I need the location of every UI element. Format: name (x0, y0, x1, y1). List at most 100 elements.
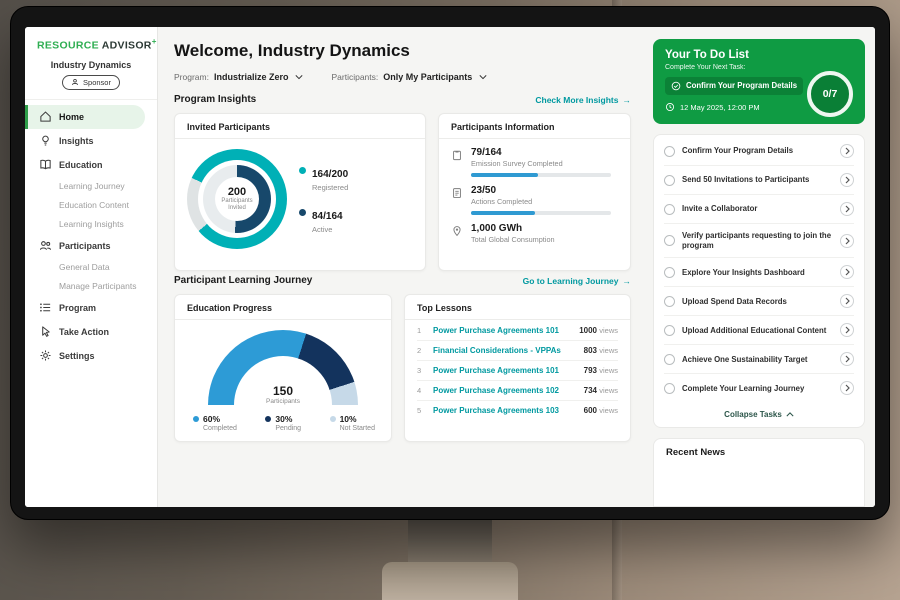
task-checkbox[interactable] (664, 383, 675, 394)
chevron-right-icon[interactable] (840, 294, 854, 308)
task-checkbox[interactable] (664, 296, 675, 307)
program-insights-title: Program Insights (174, 94, 256, 105)
program-filter[interactable]: Program: Industrialize Zero (174, 72, 303, 82)
sidebar-item-education-content[interactable]: Education Content (25, 196, 157, 215)
insights-cards-row: Invited Participants 200 Participants In… (174, 113, 631, 271)
sidebar-item-insights[interactable]: Insights (25, 129, 157, 153)
chevron-right-icon[interactable] (840, 202, 854, 216)
actions-completed-progressbar (471, 211, 611, 215)
actions-doc-icon (451, 187, 463, 199)
legend-item-pending: 30% Pending (265, 414, 301, 432)
collapse-tasks-button[interactable]: Collapse Tasks (664, 402, 854, 423)
task-checkbox[interactable] (664, 204, 675, 215)
lesson-views-count: 793 (584, 366, 597, 375)
sidebar-item-education[interactable]: Education (25, 153, 157, 177)
sidebar-item-learning-insights[interactable]: Learning Insights (25, 215, 157, 234)
chevron-right-icon[interactable] (840, 234, 854, 248)
task-label: Upload Spend Data Records (682, 297, 833, 307)
program-insights-header: Program Insights Check More Insights → (174, 94, 631, 105)
program-filter-value: Industrialize Zero (214, 72, 289, 82)
sidebar-item-take-action[interactable]: Take Action (25, 320, 157, 344)
legend-item-active: 84/164 Active (299, 206, 348, 234)
sponsor-badge-label: Sponsor (83, 78, 111, 87)
gauge-center-label: Participants (208, 398, 358, 405)
sidebar-item-label: Education (59, 160, 103, 170)
task-checkbox[interactable] (664, 175, 675, 186)
lesson-link[interactable]: Power Purchase Agreements 101 (433, 366, 576, 375)
task-checkbox[interactable] (664, 354, 675, 365)
task-checkbox[interactable] (664, 146, 675, 157)
learning-journey-title: Participant Learning Journey (174, 275, 312, 286)
top-lessons-card: Top Lessons 1 Power Purchase Agreements … (404, 294, 631, 442)
task-row: Achieve One Sustainability Target (664, 345, 854, 374)
lesson-views-unit: views (599, 326, 618, 335)
task-label: Verify participants requesting to join t… (682, 231, 833, 250)
donut-inner-ring: 200 Participants Invited (203, 165, 271, 233)
recent-news-header: Recent News (653, 438, 865, 507)
task-row: Invite a Collaborator (664, 195, 854, 224)
task-checkbox[interactable] (664, 235, 675, 246)
chevron-right-icon[interactable] (840, 144, 854, 158)
chevron-right-icon[interactable] (840, 381, 854, 395)
lesson-views-unit: views (599, 346, 618, 355)
sidebar-item-manage-participants[interactable]: Manage Participants (25, 277, 157, 296)
go-to-learning-journey-label: Go to Learning Journey (523, 276, 619, 286)
top-lessons-list: 1 Power Purchase Agreements 101 1000 vie… (405, 320, 630, 420)
sidebar: RESOURCE ADVISOR+ Industry Dynamics Spon… (25, 27, 158, 507)
todo-summary-card: Your To Do List Complete Your Next Task:… (653, 39, 865, 124)
participants-filter[interactable]: Participants: Only My Participants (331, 72, 487, 82)
task-row: Explore Your Insights Dashboard (664, 258, 854, 287)
sidebar-item-learning-journey[interactable]: Learning Journey (25, 177, 157, 196)
clock-icon (665, 102, 675, 112)
check-circle-icon (671, 81, 681, 91)
task-label: Send 50 Invitations to Participants (682, 175, 833, 185)
chevron-right-icon[interactable] (840, 173, 854, 187)
completed-value: 60% (203, 414, 220, 424)
sidebar-item-program[interactable]: Program (25, 296, 157, 320)
sponsor-badge[interactable]: Sponsor (62, 75, 120, 90)
chevron-right-icon[interactable] (840, 352, 854, 366)
active-label: Active (312, 225, 343, 234)
lesson-views-unit: views (599, 366, 618, 375)
participants-information-card: Participants Information 79/164 Emission… (438, 113, 631, 271)
donut-gap-ring: 200 Participants Invited (198, 160, 276, 238)
lesson-link[interactable]: Power Purchase Agreements 103 (433, 406, 576, 415)
go-to-learning-journey-link[interactable]: Go to Learning Journey → (523, 276, 631, 286)
stat-global-consumption: 1,000 GWh Total Global Consumption (451, 223, 618, 244)
todo-next-task[interactable]: Confirm Your Program Details (665, 77, 803, 95)
collapse-tasks-label: Collapse Tasks (724, 410, 782, 419)
legend-item-completed: 60% Completed (193, 414, 237, 432)
task-row: Complete Your Learning Journey (664, 374, 854, 402)
chevron-down-icon (295, 74, 303, 80)
completed-dot (193, 416, 199, 422)
chevron-right-icon[interactable] (840, 323, 854, 337)
lesson-row: 5 Power Purchase Agreements 103 600 view… (417, 401, 618, 420)
sidebar-item-label: Insights (59, 136, 94, 146)
chevron-up-icon (786, 412, 794, 417)
sidebar-item-general-data[interactable]: General Data (25, 258, 157, 277)
monitor-bezel: RESOURCE ADVISOR+ Industry Dynamics Spon… (10, 6, 890, 520)
donut-center-value: 200 (228, 186, 246, 198)
sidebar-item-participants[interactable]: Participants (25, 234, 157, 258)
settings-gear-icon (39, 349, 52, 362)
lesson-link[interactable]: Power Purchase Agreements 102 (433, 386, 576, 395)
home-icon (39, 110, 52, 123)
sidebar-item-settings[interactable]: Settings (25, 344, 157, 368)
task-checkbox[interactable] (664, 325, 675, 336)
emission-survey-progressbar (471, 173, 611, 177)
emission-survey-label: Emission Survey Completed (471, 159, 611, 168)
task-checkbox[interactable] (664, 267, 675, 278)
lesson-link[interactable]: Power Purchase Agreements 101 (433, 326, 571, 335)
legend-item-not-started: 10% Not Started (330, 414, 375, 432)
check-more-insights-link[interactable]: Check More Insights → (535, 95, 631, 105)
logo-resource: RESOURCE (37, 40, 99, 52)
education-gauge-chart: 150 Participants (208, 330, 358, 405)
top-lessons-title: Top Lessons (405, 295, 630, 320)
todo-next-task-label: Confirm Your Program Details (686, 81, 797, 90)
lesson-link[interactable]: Financial Considerations - VPPAs (433, 346, 576, 355)
lesson-rank: 2 (417, 346, 425, 355)
chevron-right-icon[interactable] (840, 265, 854, 279)
sidebar-item-home[interactable]: Home (25, 105, 145, 129)
program-list-icon (39, 301, 52, 314)
participants-filter-label: Participants: (331, 72, 378, 82)
